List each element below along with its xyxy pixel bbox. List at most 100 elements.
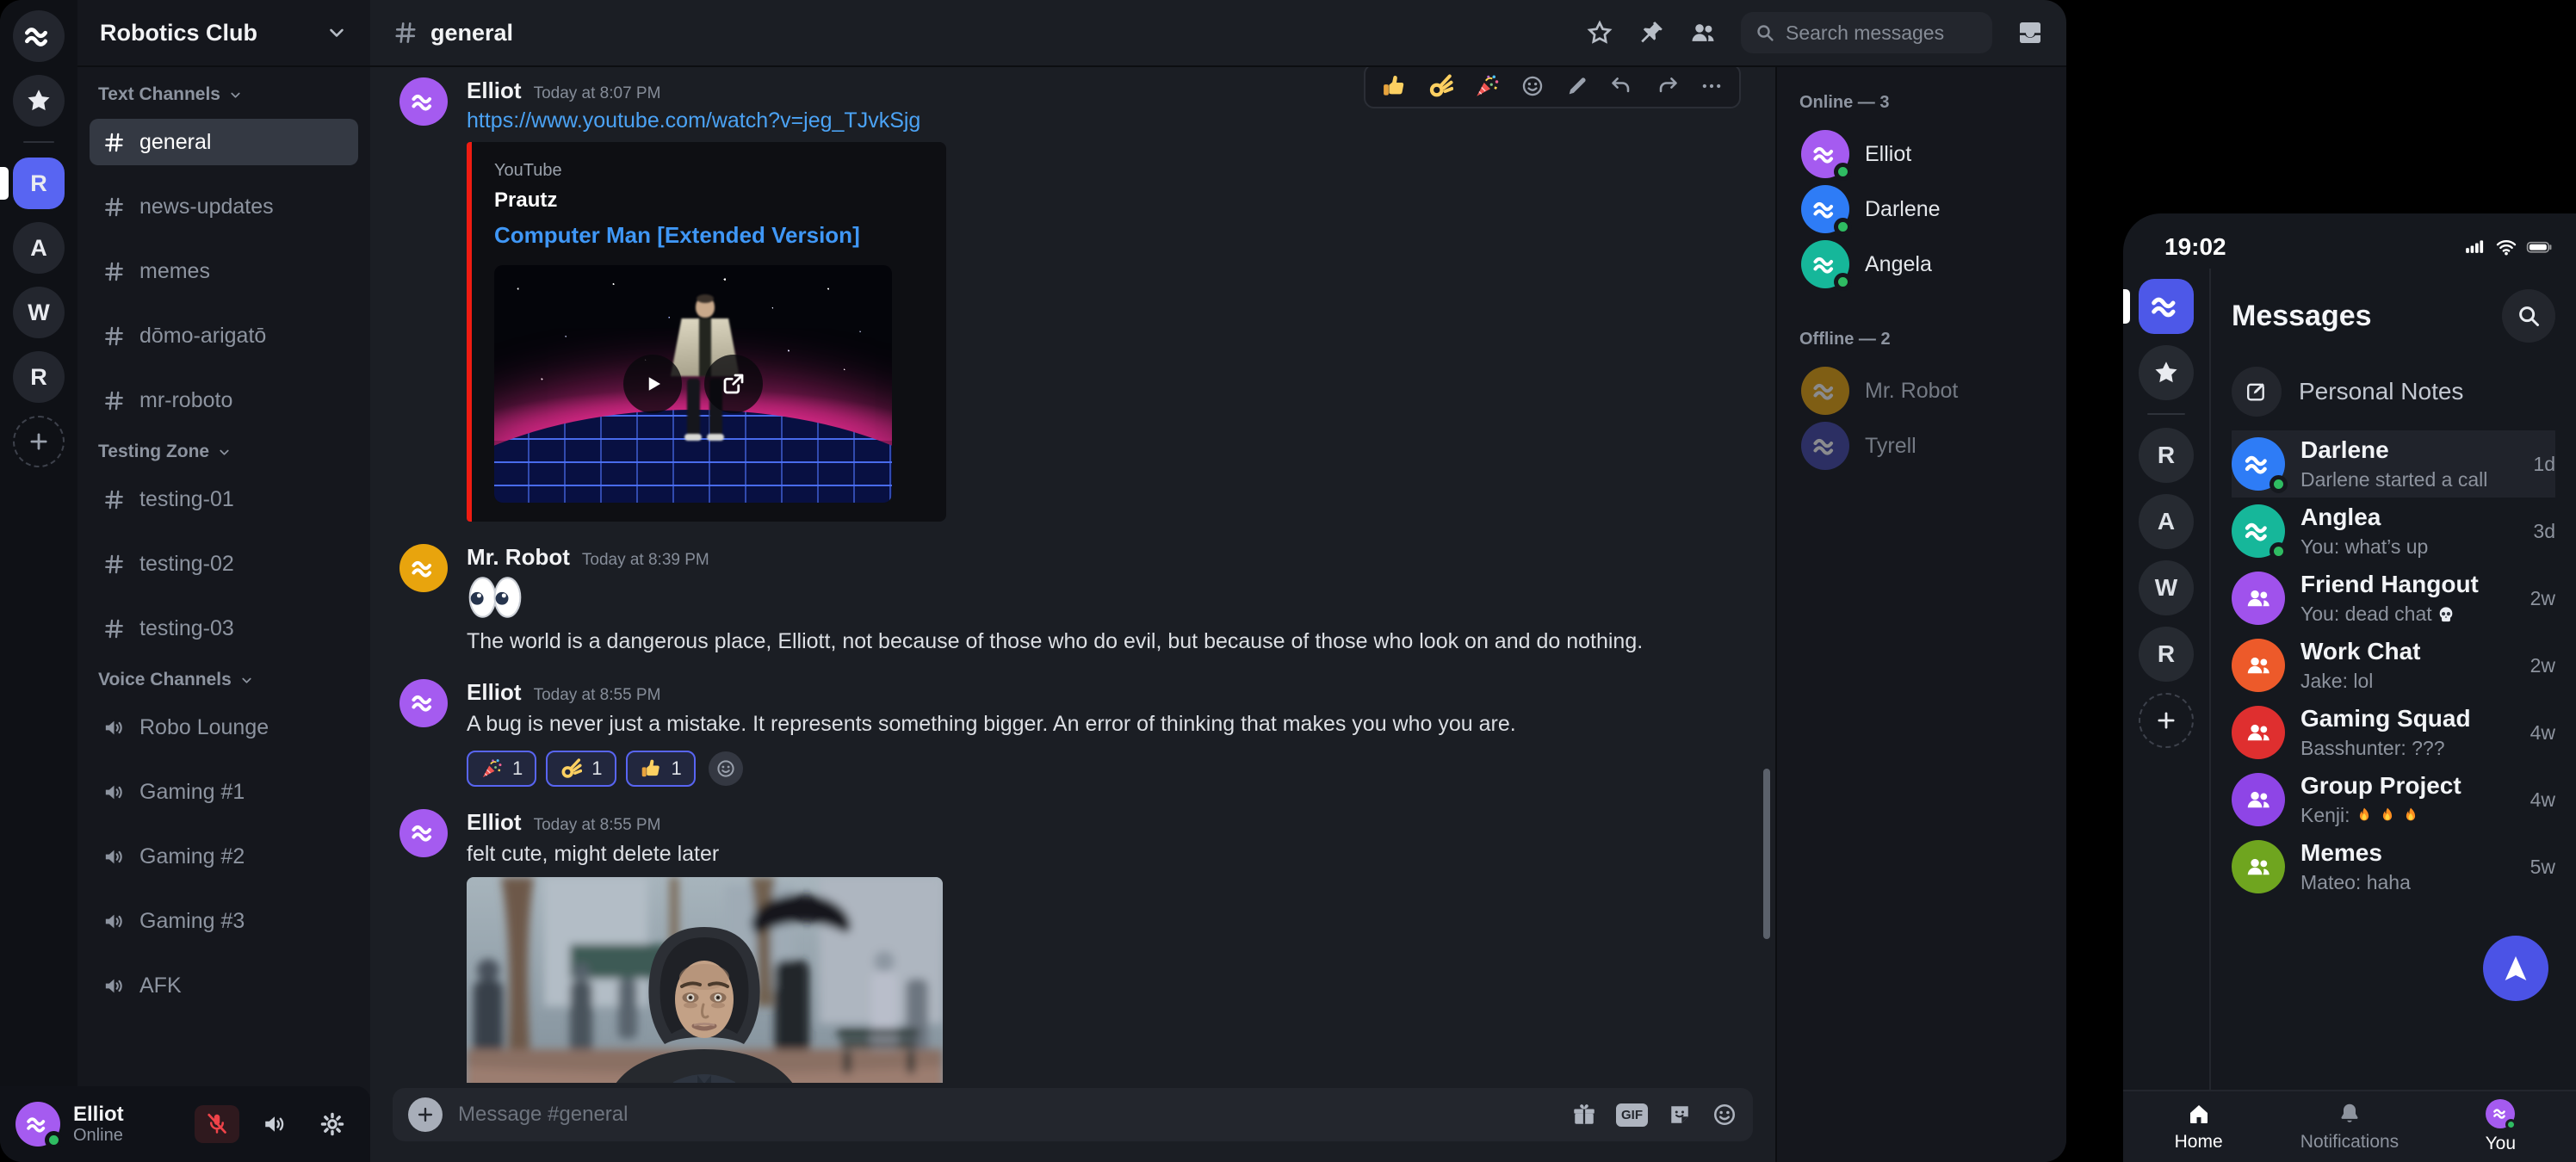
channel-item[interactable]: Gaming #1: [90, 769, 358, 815]
channel-item[interactable]: memes: [90, 248, 358, 294]
edit-icon[interactable]: [1565, 74, 1589, 98]
embed-title-link[interactable]: Computer Man [Extended Version]: [494, 222, 924, 249]
message-link[interactable]: https://www.youtube.com/watch?v=jeg_TJvk…: [467, 108, 920, 133]
search-placeholder: Search messages: [1786, 22, 1944, 45]
more-options-icon[interactable]: [1700, 74, 1724, 98]
message-author[interactable]: Mr. Robot: [467, 544, 570, 571]
reply-icon[interactable]: [1610, 74, 1634, 98]
member-row[interactable]: Darlene: [1794, 182, 2049, 237]
avatar[interactable]: [399, 809, 448, 857]
party-popper-emoji-button[interactable]: [1474, 73, 1500, 99]
favorite-channel-icon[interactable]: [1586, 19, 1613, 46]
member-group-label: Online — 3: [1799, 93, 2044, 113]
gift-icon[interactable]: [1571, 1102, 1597, 1128]
gif-picker-button[interactable]: GIF: [1616, 1103, 1648, 1127]
avatar[interactable]: [399, 544, 448, 592]
channel-sidebar: Robotics Club Text Channels general news…: [77, 0, 370, 1162]
conversation-row[interactable]: Group Project Kenji: 4w: [2232, 766, 2555, 833]
phone-app-logo[interactable]: [2139, 279, 2194, 334]
mute-microphone-button[interactable]: [195, 1105, 239, 1143]
emoji-picker-icon[interactable]: [1712, 1102, 1737, 1128]
server-icon[interactable]: R: [2139, 627, 2194, 682]
channel-item[interactable]: Robo Lounge: [90, 704, 358, 751]
phone-add-server-button[interactable]: [2139, 693, 2194, 748]
channel-item[interactable]: Gaming #3: [90, 898, 358, 944]
message-author[interactable]: Elliot: [467, 809, 522, 836]
reaction-ok-hand[interactable]: 1: [546, 751, 616, 787]
section-header[interactable]: Text Channels: [98, 84, 350, 105]
server-icon[interactable]: A: [13, 222, 65, 274]
inbox-icon[interactable]: [2016, 19, 2044, 46]
channel-item[interactable]: AFK: [90, 962, 358, 1009]
app-logo[interactable]: [13, 10, 65, 62]
settings-button[interactable]: [310, 1105, 355, 1143]
add-reaction-button[interactable]: [709, 751, 743, 786]
message-input[interactable]: Message #general: [458, 1103, 1556, 1127]
nav-notifications[interactable]: Notifications: [2274, 1091, 2424, 1162]
user-panel: Elliot Online: [0, 1086, 370, 1162]
server-icon[interactable]: A: [2139, 494, 2194, 549]
conversation-row[interactable]: Anglea You: what’s up 3d: [2232, 498, 2555, 565]
attached-photo[interactable]: [467, 877, 943, 1083]
deafen-button[interactable]: [252, 1105, 297, 1143]
avatar[interactable]: [399, 679, 448, 727]
channel-item[interactable]: testing-03: [90, 605, 358, 652]
sticker-icon[interactable]: [1667, 1102, 1693, 1128]
favorites-button[interactable]: [13, 75, 65, 127]
server-icon[interactable]: W: [13, 287, 65, 338]
section-header[interactable]: Testing Zone: [98, 442, 350, 462]
reaction-party-popper[interactable]: 1: [467, 751, 536, 787]
message-author[interactable]: Elliot: [467, 679, 522, 706]
phone-search-button[interactable]: [2502, 289, 2555, 343]
conversation-row[interactable]: Memes Mateo: haha 5w: [2232, 833, 2555, 900]
desktop-app-window: R A W R Robotics Club Text Channels: [0, 0, 2066, 1162]
message-author[interactable]: Elliot: [467, 77, 522, 104]
server-icon[interactable]: R: [13, 351, 65, 403]
phone-status-bar: 19:02: [2123, 213, 2576, 269]
member-row[interactable]: Elliot: [1794, 127, 2049, 182]
channel-item[interactable]: Gaming #2: [90, 833, 358, 880]
phone-favorites-button[interactable]: [2139, 345, 2194, 400]
member-row[interactable]: Angela: [1794, 237, 2049, 292]
member-list-toggle-icon[interactable]: [1689, 19, 1717, 46]
add-reaction-icon[interactable]: [1520, 74, 1545, 98]
member-row[interactable]: Tyrell: [1794, 418, 2049, 473]
avatar[interactable]: [399, 77, 448, 126]
user-name: Elliot: [73, 1103, 124, 1127]
forward-icon[interactable]: [1655, 74, 1679, 98]
server-icon[interactable]: W: [2139, 560, 2194, 615]
channel-item[interactable]: testing-01: [90, 476, 358, 522]
embed-author[interactable]: Prautz: [494, 189, 924, 213]
channel-item[interactable]: general: [90, 119, 358, 165]
user-avatar[interactable]: [15, 1102, 60, 1147]
server-icon[interactable]: R: [13, 158, 65, 209]
ok-hand-emoji-button[interactable]: [1427, 73, 1453, 99]
search-input[interactable]: Search messages: [1741, 12, 1992, 53]
conversation-row[interactable]: Work Chat Jake: lol 2w: [2232, 632, 2555, 699]
play-button[interactable]: [623, 355, 682, 413]
channel-item[interactable]: testing-02: [90, 541, 358, 587]
nav-home[interactable]: Home: [2123, 1091, 2274, 1162]
channel-item[interactable]: mr-roboto: [90, 377, 358, 423]
server-icon[interactable]: R: [2139, 428, 2194, 483]
channel-item[interactable]: dōmo-arigatō: [90, 312, 358, 359]
video-thumbnail[interactable]: [494, 265, 892, 503]
new-message-fab[interactable]: [2483, 936, 2548, 1001]
nav-you[interactable]: You: [2425, 1091, 2576, 1162]
conversation-row[interactable]: Gaming Squad Basshunter: ??? 4w: [2232, 699, 2555, 766]
section-header[interactable]: Voice Channels: [98, 670, 350, 690]
thumbs-up-emoji-button[interactable]: [1381, 73, 1407, 99]
pinned-messages-icon[interactable]: [1638, 19, 1665, 46]
attach-button[interactable]: [408, 1097, 443, 1132]
online-status-dot: [1834, 163, 1852, 181]
personal-notes-row[interactable]: Personal Notes: [2232, 367, 2555, 417]
server-header[interactable]: Robotics Club: [77, 0, 370, 67]
reaction-thumbs-up[interactable]: 1: [626, 751, 696, 787]
channel-item[interactable]: news-updates: [90, 183, 358, 230]
chat-scrollbar[interactable]: [1763, 769, 1770, 939]
member-row[interactable]: Mr. Robot: [1794, 363, 2049, 418]
conversation-row[interactable]: Darlene Darlene started a call 1d: [2232, 430, 2555, 498]
add-server-button[interactable]: [13, 416, 65, 467]
open-external-button[interactable]: [704, 355, 763, 413]
conversation-row[interactable]: Friend Hangout You: dead chat 2w: [2232, 565, 2555, 632]
